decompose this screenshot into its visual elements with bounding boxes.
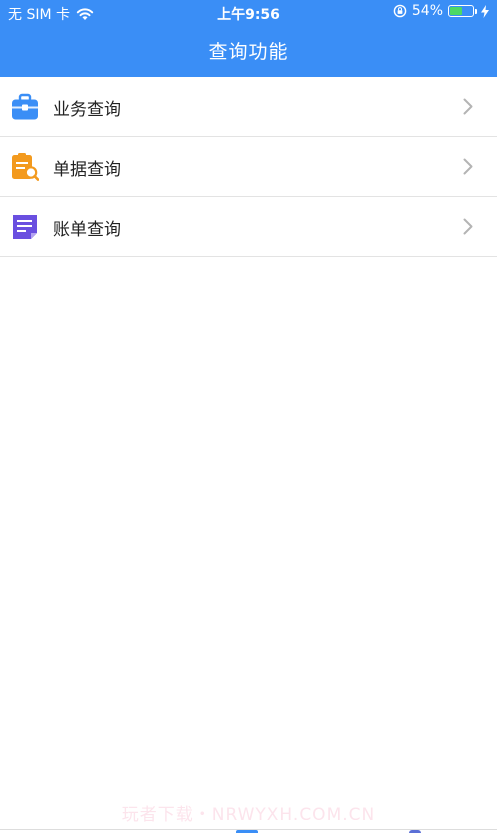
app-screen: 无 SIM 卡 上午9:56 54% 查询功能 业务查询 单据查询 账单查询 玩… — [0, 0, 497, 833]
battery-percent: 54% — [411, 3, 443, 19]
battery-fill — [450, 7, 462, 15]
status-bar: 无 SIM 卡 上午9:56 54% — [0, 0, 497, 26]
rotation-lock-icon — [393, 4, 407, 18]
menu-item-label: 账单查询 — [53, 220, 121, 240]
page-title: 查询功能 — [208, 41, 289, 63]
menu-item-receipt-query[interactable]: 单据查询 — [0, 137, 497, 197]
briefcase-icon — [12, 93, 38, 120]
chevron-right-icon — [463, 218, 473, 235]
nav-bar: 查询功能 — [0, 26, 497, 77]
chevron-right-icon — [463, 98, 473, 115]
receipt-search-icon — [12, 153, 39, 181]
charging-bolt-icon — [481, 4, 489, 18]
menu-item-label: 业务查询 — [53, 100, 121, 120]
battery-icon — [448, 5, 477, 17]
menu-item-label: 单据查询 — [53, 160, 121, 180]
menu-item-bill-query[interactable]: 账单查询 — [0, 197, 497, 257]
menu-item-business-query[interactable]: 业务查询 — [0, 77, 497, 137]
bill-document-icon — [13, 215, 37, 239]
watermark: 玩者下载・NRWYXH.COM.CN — [121, 805, 376, 825]
chevron-right-icon — [463, 158, 473, 175]
query-menu-list: 业务查询 单据查询 账单查询 — [0, 77, 497, 257]
status-indicators: 54% — [393, 3, 489, 19]
header: 无 SIM 卡 上午9:56 54% 查询功能 — [0, 0, 497, 77]
